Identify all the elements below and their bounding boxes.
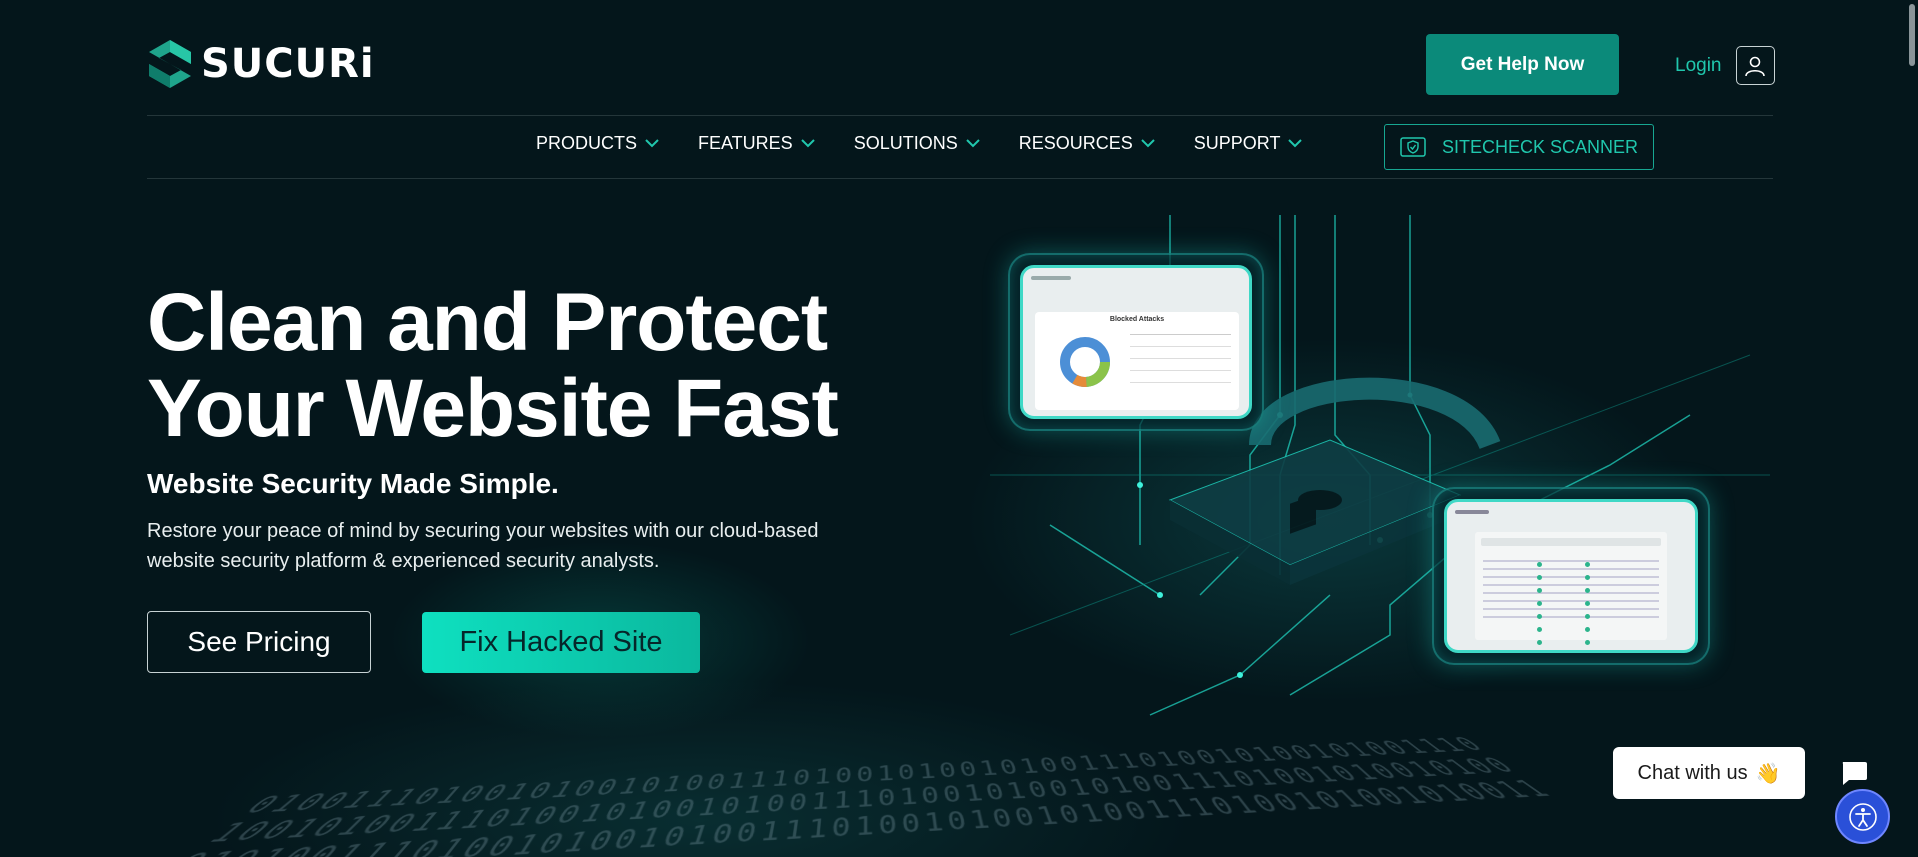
sitecheck-label: SITECHECK SCANNER bbox=[1441, 136, 1639, 157]
get-help-now-button[interactable]: Get Help Now bbox=[1426, 34, 1619, 95]
accessibility-icon bbox=[1848, 802, 1877, 831]
login-link[interactable]: Login bbox=[1675, 46, 1775, 85]
main-nav: PRODUCTS FEATURES SOLUTIONS RESOURCES SU… bbox=[536, 133, 1303, 154]
hero-title-line2: Your Website Fast bbox=[147, 363, 839, 454]
blocked-attacks-screen: Blocked Attacks bbox=[1020, 265, 1252, 419]
sucuri-logo[interactable]: SUCURi bbox=[147, 38, 375, 90]
accessibility-button[interactable] bbox=[1835, 789, 1890, 844]
binary-backdrop: 0100111010010100101001110100101001010011… bbox=[153, 734, 1574, 857]
sitecheck-scanner-button[interactable]: SITECHECK SCANNER bbox=[1384, 124, 1654, 170]
user-icon bbox=[1735, 46, 1775, 85]
chevron-down-icon bbox=[1288, 139, 1303, 148]
login-label: Login bbox=[1675, 54, 1722, 76]
nav-item-label: PRODUCTS bbox=[536, 133, 638, 153]
nav-item-label: RESOURCES bbox=[1018, 133, 1133, 153]
logo-text: SUCURi bbox=[201, 41, 375, 87]
hero-description: Restore your peace of mind by securing y… bbox=[147, 520, 819, 572]
nav-item-products[interactable]: PRODUCTS bbox=[536, 133, 659, 154]
logo-mark-icon bbox=[149, 40, 191, 88]
nav-item-features[interactable]: FEATURES bbox=[698, 133, 815, 154]
blocked-attacks-title: Blocked Attacks bbox=[1109, 316, 1165, 323]
dashboard-card-bottom bbox=[1432, 487, 1710, 665]
nav-item-label: FEATURES bbox=[698, 133, 793, 153]
nav-item-label: SOLUTIONS bbox=[853, 133, 958, 153]
dashboard-card-top: Blocked Attacks bbox=[1008, 253, 1264, 431]
page-scrollbar[interactable] bbox=[1906, 0, 1918, 857]
donut-chart bbox=[1060, 337, 1110, 387]
nav-item-resources[interactable]: RESOURCES bbox=[1019, 133, 1155, 154]
chat-icon[interactable] bbox=[1840, 760, 1868, 786]
scrollbar-thumb[interactable] bbox=[1909, 4, 1915, 66]
see-pricing-button[interactable]: See Pricing bbox=[147, 611, 371, 673]
nav-item-support[interactable]: SUPPORT bbox=[1194, 133, 1303, 154]
hero-illustration: Blocked Attacks bbox=[990, 215, 1780, 735]
chevron-down-icon bbox=[645, 139, 659, 148]
chat-with-us-bubble[interactable]: Chat with us 👋 bbox=[1613, 747, 1805, 799]
hero-title-line1: Clean and Protect bbox=[147, 277, 828, 368]
waving-hand-icon: 👋 bbox=[1755, 762, 1781, 785]
chat-label: Chat with us bbox=[1637, 761, 1748, 784]
status-table-screen bbox=[1444, 499, 1698, 653]
shield-check-icon bbox=[1400, 137, 1426, 157]
fix-hacked-site-button[interactable]: Fix Hacked Site bbox=[422, 612, 700, 673]
hero-title: Clean and Protect Your Website Fast bbox=[147, 277, 839, 454]
nav-item-solutions[interactable]: SOLUTIONS bbox=[854, 133, 980, 154]
hero-subtitle: Website Security Made Simple. bbox=[147, 468, 559, 499]
header-divider-bottom bbox=[147, 178, 1773, 179]
chevron-down-icon bbox=[800, 139, 815, 148]
chevron-down-icon bbox=[1141, 139, 1155, 148]
nav-item-label: SUPPORT bbox=[1193, 133, 1281, 153]
chevron-down-icon bbox=[966, 139, 980, 148]
header-divider-top bbox=[147, 115, 1773, 116]
